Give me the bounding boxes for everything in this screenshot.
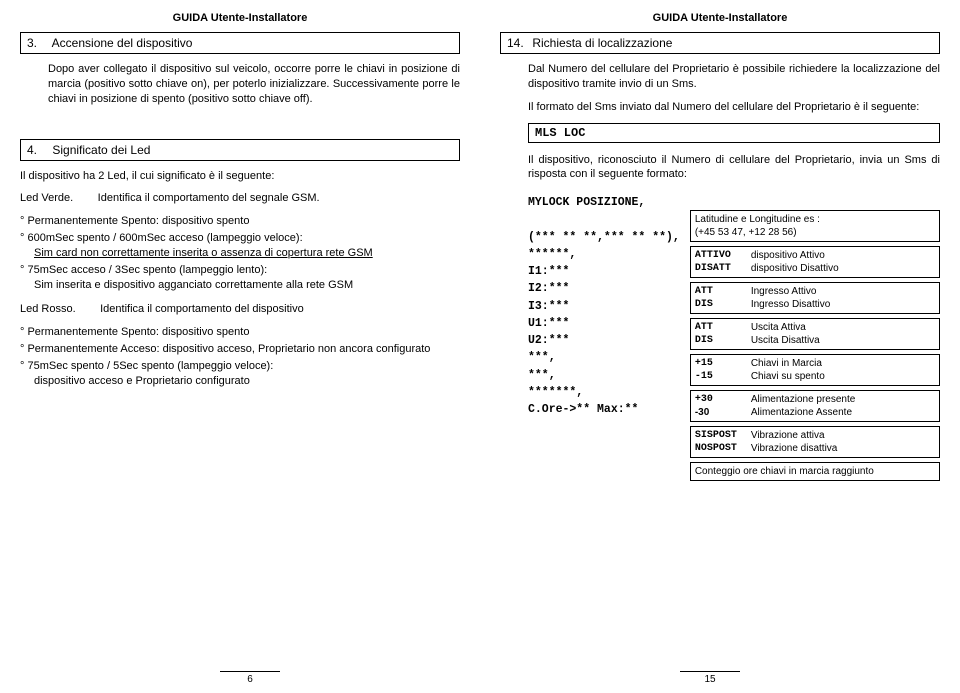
list-item: Permanentemente Spento: dispositivo spen… (34, 325, 460, 340)
legend-key: +15 (695, 357, 751, 370)
list-item: Permanentemente Acceso: dispositivo acce… (34, 342, 460, 357)
list-item: 75mSec spento / 5Sec spento (lampeggio v… (34, 359, 460, 389)
section-14-num: 14. (507, 36, 529, 50)
legend-attivo: ATTIVOdispositivo Attivo DISATTdispositi… (690, 246, 940, 278)
section-14-p1: Dal Numero del cellulare del Proprietari… (528, 62, 940, 92)
page-number-left: 6 (220, 671, 280, 685)
list-item-text: 75mSec acceso / 3Sec spento (lampeggio l… (27, 264, 267, 276)
legend-val: dispositivo Disattivo (751, 262, 839, 275)
legend-alimentazione: +30Alimentazione presente -30Alimentazio… (690, 390, 940, 422)
legend-key: ATT (695, 285, 751, 298)
led-intro: Il dispositivo ha 2 Led, il cui signific… (20, 169, 460, 184)
legend-ingresso: ATTIngresso Attivo DISIngresso Disattivo (690, 282, 940, 314)
legend-val: Ingresso Disattivo (751, 298, 830, 311)
header-right: GUIDA Utente-Installatore (500, 12, 940, 24)
legend-val: Uscita Attiva (751, 321, 806, 334)
section-14-p2: Il formato del Sms inviato dal Numero de… (528, 100, 940, 115)
legend-val: Vibrazione attiva (751, 429, 825, 442)
legend-key: +30 (695, 393, 751, 406)
section-4-title: Significato dei Led (52, 143, 150, 157)
page-left: GUIDA Utente-Installatore 3. Accensione … (20, 12, 480, 685)
list-item-sub: Sim card non correttamente inserita o as… (34, 247, 373, 259)
led-red-desc: Identifica il comportamento del disposit… (100, 303, 304, 315)
legend-text: Latitudine e Longitudine es : (695, 213, 935, 226)
sms-command-box: MLS LOC (528, 123, 940, 143)
section-14-title: Richiesta di localizzazione (532, 36, 672, 50)
led-red-list: Permanentemente Spento: dispositivo spen… (34, 325, 460, 390)
sms-response-area: MYLOCK POSIZIONE, (*** ** **,*** ** **),… (500, 194, 940, 481)
legend-latlon: Latitudine e Longitudine es : (+45 53 47… (690, 210, 940, 242)
list-item-sub: dispositivo acceso e Proprietario config… (34, 375, 250, 387)
sms-response-text: MYLOCK POSIZIONE, (*** ** **,*** ** **),… (500, 194, 680, 481)
list-item-sub: Sim inserita e dispositivo agganciato co… (34, 279, 353, 291)
legend-chiavi: +15Chiavi in Marcia -15Chiavi su spento (690, 354, 940, 386)
section-3-heading: 3. Accensione del dispositivo (20, 32, 460, 54)
page-number-right: 15 (680, 671, 740, 685)
legend-key: ATT (695, 321, 751, 334)
legend-text: (+45 53 47, +12 28 56) (695, 226, 935, 239)
legend-ore: Conteggio ore chiavi in marcia raggiunto (690, 462, 940, 481)
legend-key: -30 (695, 406, 751, 419)
led-red-header: Led Rosso. Identifica il comportamento d… (20, 302, 460, 317)
legend-val: Alimentazione Assente (751, 406, 852, 419)
legend-key: DISATT (695, 262, 751, 275)
section-14-heading: 14. Richiesta di localizzazione (500, 32, 940, 54)
list-item-text: 600mSec spento / 600mSec acceso (lampegg… (27, 232, 302, 244)
led-green-label: Led Verde. (20, 192, 73, 204)
legend-val: Vibrazione disattiva (751, 442, 838, 455)
legend-val: Chiavi in Marcia (751, 357, 822, 370)
legend-vibrazione: SISPOSTVibrazione attiva NOSPOSTVibrazio… (690, 426, 940, 458)
legend-uscita: ATTUscita Attiva DISUscita Disattiva (690, 318, 940, 350)
led-green-list: Permanentemente Spento: dispositivo spen… (34, 214, 460, 294)
section-14-p3: Il dispositivo, riconosciuto il Numero d… (528, 153, 940, 183)
legend-val: Chiavi su spento (751, 370, 825, 383)
legend-val: Alimentazione presente (751, 393, 856, 406)
list-item: 600mSec spento / 600mSec acceso (lampegg… (34, 231, 460, 261)
section-3-num: 3. (27, 36, 49, 50)
legend-key: SISPOST (695, 429, 751, 442)
legend-key: -15 (695, 370, 751, 383)
page-right: GUIDA Utente-Installatore 14. Richiesta … (480, 12, 940, 685)
section-4-num: 4. (27, 143, 49, 157)
section-4-heading: 4. Significato dei Led (20, 139, 460, 161)
legend-key: DIS (695, 298, 751, 311)
legend-key: NOSPOST (695, 442, 751, 455)
led-green-desc: Identifica il comportamento del segnale … (98, 192, 320, 204)
section-3-body: Dopo aver collegato il dispositivo sul v… (48, 62, 460, 107)
led-green-header: Led Verde. Identifica il comportamento d… (20, 191, 460, 206)
list-item: 75mSec acceso / 3Sec spento (lampeggio l… (34, 263, 460, 293)
list-item-text: 75mSec spento / 5Sec spento (lampeggio v… (27, 360, 273, 372)
section-3-title: Accensione del dispositivo (52, 36, 193, 50)
legend-val: dispositivo Attivo (751, 249, 825, 262)
legend-val: Uscita Disattiva (751, 334, 820, 347)
header-left: GUIDA Utente-Installatore (20, 12, 460, 24)
legend-val: Ingresso Attivo (751, 285, 817, 298)
led-red-label: Led Rosso. (20, 303, 76, 315)
legend-key: ATTIVO (695, 249, 751, 262)
legend-key: DIS (695, 334, 751, 347)
sms-legend: Latitudine e Longitudine es : (+45 53 47… (690, 194, 940, 481)
list-item: Permanentemente Spento: dispositivo spen… (34, 214, 460, 229)
